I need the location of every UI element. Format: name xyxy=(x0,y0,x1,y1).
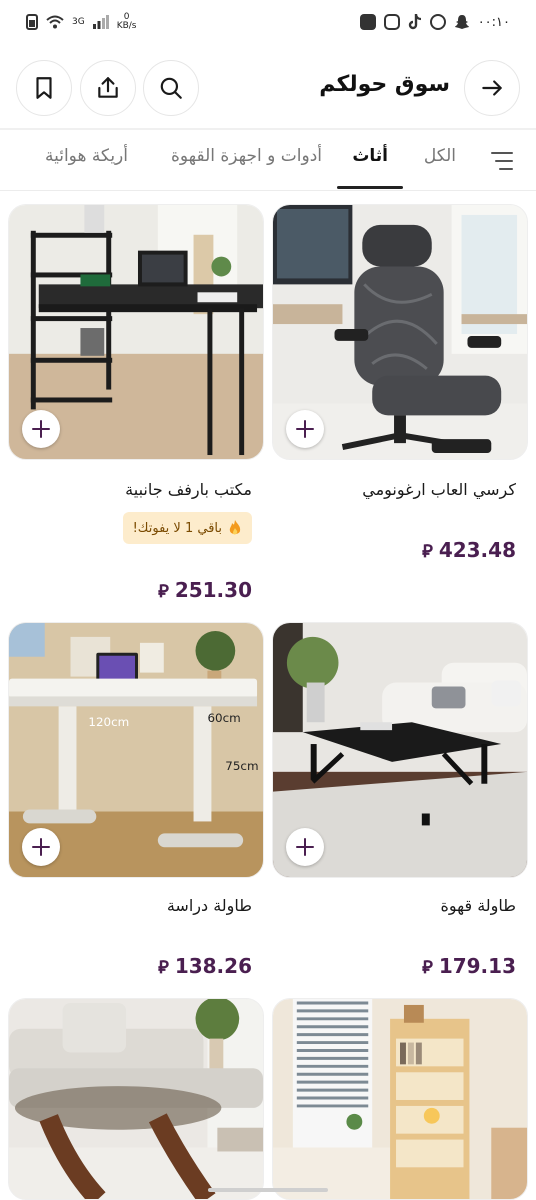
status-left: 3G 0 KB/s xyxy=(26,13,137,31)
tab-furniture[interactable]: أثاث xyxy=(352,146,388,166)
currency-symbol: ⃁ xyxy=(422,540,433,562)
back-button[interactable] xyxy=(464,60,520,116)
search-icon xyxy=(160,77,182,99)
low-stock-badge: باقي 1 لا يفوتك! xyxy=(122,512,252,544)
product-card[interactable]: مكتب بارفف جانبية باقي 1 لا يفوتك! ⃁ 251… xyxy=(8,204,266,614)
product-name[interactable]: طاولة قهوة xyxy=(440,896,516,915)
product-card[interactable]: 120cm 60cm 75cm طاولة دراسة ⃁ 138.26 xyxy=(8,622,266,992)
tab-all[interactable]: الكل xyxy=(424,146,456,166)
desk-height-label: 75cm xyxy=(225,759,258,773)
add-to-cart-button[interactable] xyxy=(286,410,324,448)
plus-icon xyxy=(296,420,314,438)
tiktok-icon xyxy=(408,14,421,30)
app-header: سوق حولكم xyxy=(0,58,536,118)
price-value: 138.26 xyxy=(174,954,252,978)
battery-icon xyxy=(26,14,38,30)
plus-icon xyxy=(32,420,50,438)
product-name[interactable]: طاولة دراسة xyxy=(167,896,252,915)
add-to-cart-button[interactable] xyxy=(22,828,60,866)
product-card[interactable]: طاولة قهوة ⃁ 179.13 xyxy=(272,622,530,992)
product-price: ⃁ 138.26 xyxy=(158,954,252,978)
product-price: ⃁ 423.48 xyxy=(422,538,516,562)
active-tab-indicator xyxy=(337,186,403,189)
share-icon xyxy=(98,77,118,98)
network-speed: 0 KB/s xyxy=(117,13,137,31)
desk-width-label: 120cm xyxy=(88,715,129,729)
product-price: ⃁ 179.13 xyxy=(422,954,516,978)
whatsapp-icon xyxy=(429,14,446,30)
plus-icon xyxy=(296,838,314,856)
filter-menu-icon[interactable] xyxy=(490,150,514,172)
snapchat-icon xyxy=(454,15,469,29)
tab-air-sofa[interactable]: أريكة هوائية xyxy=(45,146,128,166)
desk-depth-label: 60cm xyxy=(207,711,240,725)
status-bar: 3G 0 KB/s ٠٠:١٠ xyxy=(0,0,536,44)
product-card[interactable] xyxy=(8,998,266,1200)
product-price: ⃁ 251.30 xyxy=(158,578,252,602)
home-indicator[interactable] xyxy=(208,1188,328,1192)
product-image[interactable] xyxy=(272,998,528,1200)
store-title: سوق حولكم xyxy=(319,72,450,97)
product-name[interactable]: مكتب بارفف جانبية xyxy=(125,480,252,499)
bookmark-icon xyxy=(36,77,52,99)
bookshelf-image xyxy=(273,999,527,1199)
fire-icon xyxy=(229,520,241,535)
share-button[interactable] xyxy=(80,60,136,116)
app-notification-icon xyxy=(359,14,376,30)
product-card[interactable] xyxy=(272,998,530,1200)
currency-symbol: ⃁ xyxy=(158,580,169,602)
product-name[interactable]: كرسي العاب ارغونومي xyxy=(362,480,516,499)
price-value: 423.48 xyxy=(438,538,516,562)
glass-table-image xyxy=(9,999,263,1199)
clock: ٠٠:١٠ xyxy=(477,14,510,30)
price-value: 251.30 xyxy=(174,578,252,602)
tab-coffee-tools[interactable]: أدوات و اجهزة القهوة xyxy=(171,146,322,166)
header-divider xyxy=(0,128,536,130)
instagram-icon xyxy=(383,14,400,30)
wifi-icon xyxy=(46,15,64,29)
signal-icon xyxy=(92,15,109,29)
plus-icon xyxy=(32,838,50,856)
product-image[interactable] xyxy=(8,998,264,1200)
back-arrow-icon xyxy=(482,80,502,96)
currency-symbol: ⃁ xyxy=(158,956,169,978)
tabs-divider xyxy=(0,190,536,191)
speed-unit: KB/s xyxy=(116,21,137,31)
currency-symbol: ⃁ xyxy=(422,956,433,978)
product-card[interactable]: كرسي العاب ارغونومي ⃁ 423.48 xyxy=(272,204,530,604)
search-button[interactable] xyxy=(143,60,199,116)
add-to-cart-button[interactable] xyxy=(286,828,324,866)
badge-text: باقي 1 لا يفوتك! xyxy=(132,520,222,536)
add-to-cart-button[interactable] xyxy=(22,410,60,448)
category-tabs: الكل أثاث أدوات و اجهزة القهوة أريكة هوا… xyxy=(0,134,536,190)
bookmark-button[interactable] xyxy=(16,60,72,116)
status-right: ٠٠:١٠ xyxy=(359,14,510,30)
price-value: 179.13 xyxy=(438,954,516,978)
network-type: 3G xyxy=(72,16,85,27)
